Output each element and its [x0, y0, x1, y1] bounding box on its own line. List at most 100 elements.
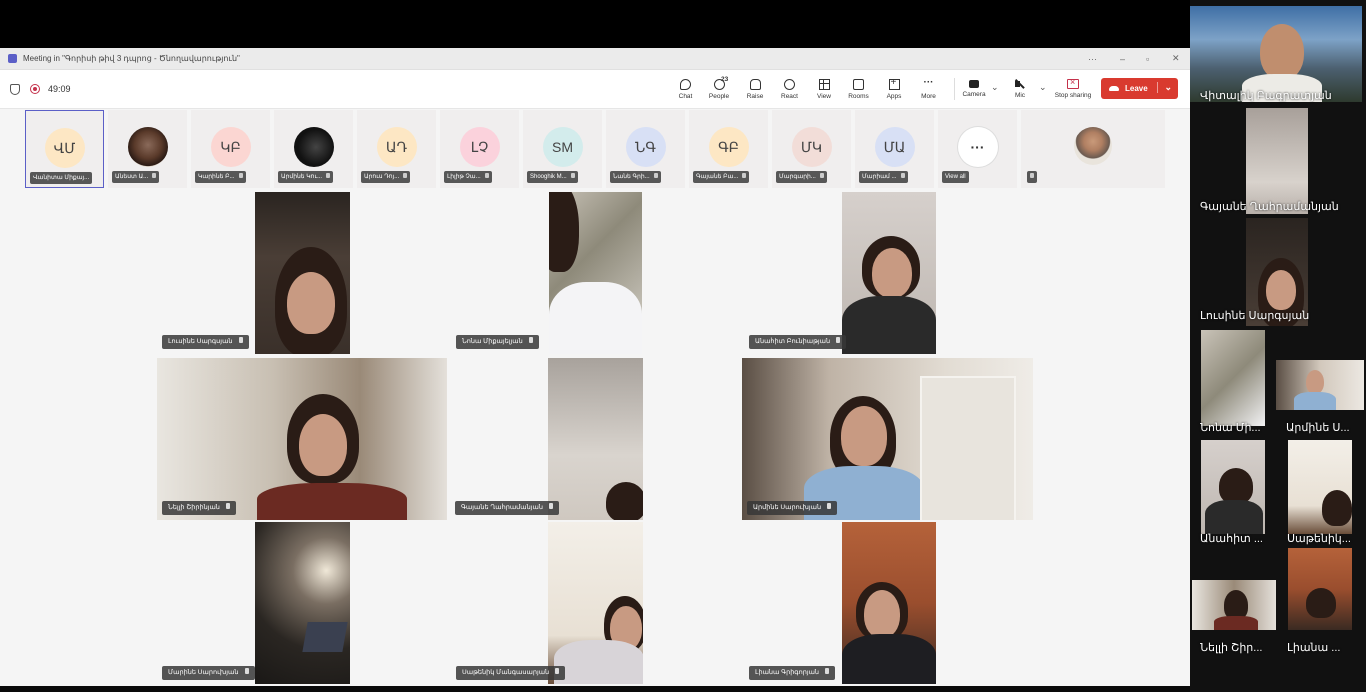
- video-feed[interactable]: [1192, 580, 1276, 630]
- mic-muted-icon: [152, 173, 157, 178]
- more-dots-icon: ···: [923, 76, 934, 88]
- mic-muted-icon: [1015, 79, 1025, 89]
- participant-name: Վանիտա Միքայ...: [33, 175, 90, 181]
- participant-tile[interactable]: ԳԲ Գայանե Բա...: [689, 110, 768, 188]
- chat-button[interactable]: Chat: [672, 70, 699, 108]
- raise-hand-button[interactable]: Raise: [739, 70, 771, 108]
- camera-off-icon: [969, 80, 979, 88]
- recording-icon: [30, 84, 40, 94]
- participant-name-label: Նոնա Միքայելյան: [456, 335, 539, 349]
- toolbar-divider: [954, 78, 955, 100]
- teams-meeting-window: Meeting in "Գորիսի թիվ 3 դպրոց - Ծնողավա…: [0, 48, 1190, 692]
- avatar: ՄԿ: [791, 127, 832, 167]
- self-preview-tile[interactable]: [1021, 110, 1165, 188]
- sidebar-participant-name: Նելլի Շիր...: [1200, 642, 1263, 654]
- sidebar-participant-name: Արմինե Ս...: [1286, 422, 1350, 434]
- participant-tile[interactable]: ՄԿ Մարգարի...: [772, 110, 851, 188]
- window-more-button[interactable]: ···: [1088, 48, 1097, 69]
- participant-tile[interactable]: ԼՉ Լիլիթ Չա...: [440, 110, 519, 188]
- mic-muted-icon: [1030, 173, 1034, 178]
- view-all-tile[interactable]: ··· View all: [938, 110, 1017, 188]
- more-button[interactable]: ··· More: [911, 70, 946, 108]
- avatar: ՆԳ: [625, 127, 666, 167]
- participant-name-label: Լուսինե Սարգսյան: [162, 335, 249, 349]
- mic-button[interactable]: Mic: [1000, 70, 1040, 108]
- video-feed[interactable]: [157, 358, 447, 520]
- meeting-toolbar: 49:09 Chat 23 People Raise React View Roo…: [0, 70, 1190, 109]
- avatar: ԱԴ: [376, 127, 417, 167]
- window-title: Meeting in "Գորիսի թիվ 3 դպրոց - Ծնողավա…: [23, 54, 240, 63]
- participant-name-label: Նելլի Շիրինյան: [162, 501, 236, 515]
- participant-tile[interactable]: Արմինե Կու...: [274, 110, 353, 188]
- video-feed[interactable]: [1276, 360, 1364, 410]
- participant-name: Մարգարի...: [779, 174, 816, 180]
- avatar: [293, 127, 334, 167]
- video-feed[interactable]: [548, 358, 643, 520]
- avatar: SM: [542, 127, 583, 167]
- stop-sharing-icon: [1067, 77, 1079, 89]
- participant-name: Արմինե Կու...: [281, 174, 323, 180]
- mic-muted-icon: [484, 173, 489, 178]
- participant-name: Արուս Դոյ...: [364, 174, 400, 180]
- avatar: ԼՉ: [459, 127, 500, 167]
- apps-button[interactable]: Apps: [877, 70, 911, 108]
- video-feed[interactable]: [255, 522, 350, 684]
- camera-button[interactable]: Camera: [958, 70, 990, 108]
- camera-options-chevron-icon[interactable]: ⌄: [991, 82, 999, 93]
- participant-name: Կարինե Բ...: [198, 174, 235, 180]
- avatar: [1074, 127, 1112, 165]
- participant-name-label: Մարինե Սարուխյան: [162, 666, 255, 680]
- close-window-button[interactable]: ✕: [1172, 48, 1180, 69]
- video-feed[interactable]: [1288, 548, 1352, 630]
- sidebar-participant-name: Լիանա ...: [1287, 642, 1341, 654]
- minimize-button[interactable]: –: [1120, 48, 1125, 69]
- video-feed[interactable]: [842, 192, 936, 354]
- people-button[interactable]: 23 People: [699, 70, 739, 108]
- leave-options-chevron-icon[interactable]: ⌄: [1157, 82, 1172, 93]
- video-feed[interactable]: [1246, 108, 1308, 214]
- video-feed[interactable]: [1288, 440, 1352, 534]
- sidebar-participant-name: Սաթենիկ...: [1287, 533, 1351, 545]
- view-button[interactable]: View: [808, 70, 840, 108]
- chat-icon: [680, 78, 691, 90]
- mic-muted-icon: [528, 337, 533, 343]
- react-button[interactable]: React: [771, 70, 808, 108]
- shield-icon[interactable]: [10, 83, 20, 95]
- participant-tile[interactable]: ԿԲ Կարինե Բ...: [191, 110, 270, 188]
- video-feed[interactable]: [548, 522, 643, 684]
- participant-tile[interactable]: ՆԳ Նանե Գրի...: [606, 110, 685, 188]
- avatar: ԳԲ: [708, 127, 749, 167]
- rooms-button[interactable]: Rooms: [840, 70, 877, 108]
- participant-name: Նանե Գրի...: [613, 174, 650, 180]
- participant-tile[interactable]: SM Shooghik M...: [523, 110, 602, 188]
- mic-options-chevron-icon[interactable]: ⌄: [1039, 82, 1047, 93]
- video-feed[interactable]: [1201, 440, 1265, 534]
- sidebar-participant-name: Նոնա Մի...: [1200, 422, 1261, 434]
- mic-muted-icon: [900, 173, 905, 178]
- video-feed[interactable]: [1201, 330, 1265, 426]
- mic-muted-icon: [326, 173, 331, 178]
- phone-hangup-icon: [1109, 86, 1119, 91]
- sidebar-participant-name: Լուսինե Սարգսյան: [1200, 310, 1310, 322]
- mic-muted-icon: [819, 173, 824, 178]
- video-feed[interactable]: [842, 522, 936, 684]
- stop-sharing-button[interactable]: Stop sharing: [1050, 70, 1096, 108]
- video-feed[interactable]: [549, 192, 642, 354]
- avatar: ՄԱ: [874, 127, 915, 167]
- video-feed[interactable]: [742, 358, 1033, 520]
- participant-tile[interactable]: ՎՄ Վանիտա Միքայ...: [25, 110, 104, 188]
- video-feed[interactable]: [1190, 6, 1362, 102]
- participant-tile[interactable]: Անեստ Ա...: [108, 110, 187, 188]
- participant-name: Գայանե Բա...: [696, 174, 739, 180]
- participant-tile[interactable]: ՄԱ Մարիամ ...: [855, 110, 934, 188]
- video-feed[interactable]: [255, 192, 350, 354]
- leave-button[interactable]: Leave ⌄: [1101, 78, 1178, 99]
- participant-tile[interactable]: ԱԴ Արուս Դոյ...: [357, 110, 436, 188]
- mic-muted-icon: [244, 668, 249, 674]
- maximize-button[interactable]: ▫: [1146, 48, 1149, 69]
- participant-name-label: Արմինե Սարուխյան: [747, 501, 838, 515]
- mic-muted-icon: [238, 173, 243, 178]
- grid-icon: [818, 78, 830, 90]
- rooms-icon: [853, 78, 864, 90]
- hand-icon: [749, 78, 761, 90]
